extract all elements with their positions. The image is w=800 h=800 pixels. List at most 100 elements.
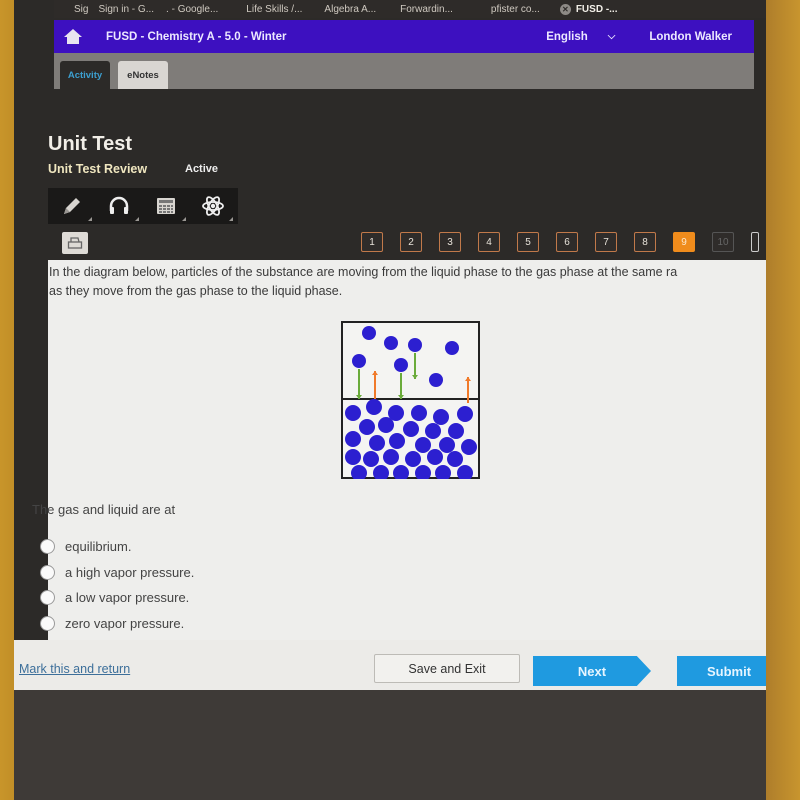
page-background: [14, 690, 766, 800]
browser-tab[interactable]: Sig: [74, 4, 88, 15]
mark-and-return-link[interactable]: Mark this and return: [19, 662, 130, 676]
phase-diagram: [341, 321, 480, 479]
radio-button[interactable]: [40, 539, 55, 555]
home-icon[interactable]: [64, 28, 82, 45]
liquid-particle: [359, 419, 375, 435]
pencil-icon: [63, 198, 80, 214]
liquid-particle: [427, 449, 443, 465]
liquid-particle: [345, 449, 361, 465]
gas-particle: [394, 358, 408, 372]
gas-particle: [445, 341, 459, 355]
question-text-line: as they move from the gas phase to the l…: [49, 284, 343, 298]
browser-tab[interactable]: . - Google...: [166, 4, 218, 15]
question-navigator: 1 2 3 4 5 6 7 8 9 10: [361, 232, 759, 252]
gas-particle: [384, 336, 398, 350]
language-label: English: [546, 30, 588, 43]
question-nav-button[interactable]: 8: [634, 232, 656, 252]
tool-bar: [48, 188, 238, 224]
tab-row: Activity eNotes: [54, 53, 754, 89]
course-title: FUSD - Chemistry A - 5.0 - Winter: [106, 30, 287, 43]
liquid-particle: [378, 417, 394, 433]
question-nav-button[interactable]: 7: [595, 232, 617, 252]
liquid-particle: [461, 439, 477, 455]
gas-particle: [408, 338, 422, 352]
language-select[interactable]: English ⌵: [546, 31, 615, 43]
browser-tab-label: FUSD -...: [575, 3, 618, 15]
liquid-particle: [448, 423, 464, 439]
question-nav-button[interactable]: 6: [556, 232, 578, 252]
option-label: a low vapor pressure.: [65, 590, 190, 606]
answer-option[interactable]: a high vapor pressure.: [40, 560, 194, 586]
chevron-down-icon: ⌵: [607, 31, 616, 42]
tab-activity[interactable]: Activity: [60, 61, 110, 89]
page-subtitle: Unit Test Review: [48, 162, 148, 176]
question-nav-button[interactable]: 3: [439, 232, 461, 252]
page-title: Unit Test: [48, 133, 133, 155]
headphones-icon: [109, 196, 128, 214]
liquid-particle: [457, 406, 473, 422]
atom-icon: [201, 196, 224, 216]
tab-enotes[interactable]: eNotes: [118, 61, 168, 89]
question-nav-button[interactable]: 5: [517, 232, 539, 252]
liquid-particle: [415, 437, 431, 453]
reference-tool-button[interactable]: [189, 188, 236, 224]
print-button[interactable]: [62, 232, 88, 254]
radio-button[interactable]: [40, 590, 55, 606]
next-button[interactable]: Next: [533, 656, 651, 686]
answer-option[interactable]: equilibrium.: [40, 534, 194, 560]
question-nav-button[interactable]: 4: [478, 232, 500, 252]
question-panel: In the diagram below, particles of the s…: [32, 260, 766, 640]
liquid-particle: [345, 431, 361, 447]
liquid-particle: [369, 435, 385, 451]
answer-option[interactable]: a low vapor pressure.: [40, 585, 194, 611]
answer-option[interactable]: zero vapor pressure.: [40, 611, 194, 637]
option-label: a high vapor pressure.: [65, 564, 195, 580]
liquid-particle: [363, 451, 379, 467]
question-nav-button-current[interactable]: 9: [673, 232, 695, 252]
liquid-particle: [447, 451, 463, 467]
screen: Sig Sign in - G... . - Google... Life Sk…: [14, 0, 766, 800]
browser-tab[interactable]: pfister co...: [491, 4, 540, 15]
question-nav-button-disabled: 10: [712, 232, 734, 252]
app-header: FUSD - Chemistry A - 5.0 - Winter Englis…: [54, 20, 754, 53]
liquid-particle: [439, 437, 455, 453]
user-name[interactable]: London Walker: [649, 31, 732, 43]
answer-options: equilibrium. a high vapor pressure. a lo…: [40, 534, 194, 636]
liquid-particle: [411, 405, 427, 421]
browser-tab[interactable]: Forwardin...: [400, 4, 453, 15]
calculator-tool-button[interactable]: [142, 188, 189, 224]
question-text-line: In the diagram below, particles of the s…: [49, 265, 678, 279]
liquid-particle: [389, 433, 405, 449]
printer-icon: [67, 237, 83, 249]
liquid-particle: [405, 451, 421, 467]
question-prompt: The gas and liquid are at: [32, 502, 176, 517]
liquid-particle: [425, 423, 441, 439]
calculator-icon: [156, 198, 175, 214]
question-nav-button[interactable]: 1: [361, 232, 383, 252]
question-nav-button[interactable]: 2: [400, 232, 422, 252]
browser-tab[interactable]: Life Skills /...: [246, 4, 302, 15]
liquid-particle: [433, 409, 449, 425]
question-text: In the diagram below, particles of the s…: [49, 263, 766, 301]
browser-tab[interactable]: Sign in - G...: [98, 4, 154, 15]
question-nav-more[interactable]: [751, 232, 759, 252]
gas-particle: [429, 373, 443, 387]
browser-tab-active[interactable]: ✕ FUSD -...: [559, 3, 618, 15]
liquid-particle: [366, 399, 382, 415]
footer-bar: Mark this and return Save and Exit Next …: [14, 640, 766, 690]
gas-particle: [352, 354, 366, 368]
pencil-tool-button[interactable]: [48, 188, 95, 224]
browser-tab-bar: Sig Sign in - G... . - Google... Life Sk…: [54, 0, 766, 18]
option-label: zero vapor pressure.: [65, 615, 185, 631]
close-tab-icon[interactable]: ✕: [559, 3, 571, 15]
browser-tab[interactable]: Algebra A...: [324, 4, 376, 15]
option-label: equilibrium.: [65, 539, 132, 555]
liquid-particle: [383, 449, 399, 465]
gas-particle: [362, 326, 376, 340]
save-and-exit-button[interactable]: Save and Exit: [374, 654, 520, 683]
liquid-particle: [345, 405, 361, 421]
submit-button[interactable]: Submit: [677, 656, 766, 686]
radio-button[interactable]: [40, 615, 55, 631]
radio-button[interactable]: [40, 564, 55, 580]
audio-tool-button[interactable]: [95, 188, 142, 224]
